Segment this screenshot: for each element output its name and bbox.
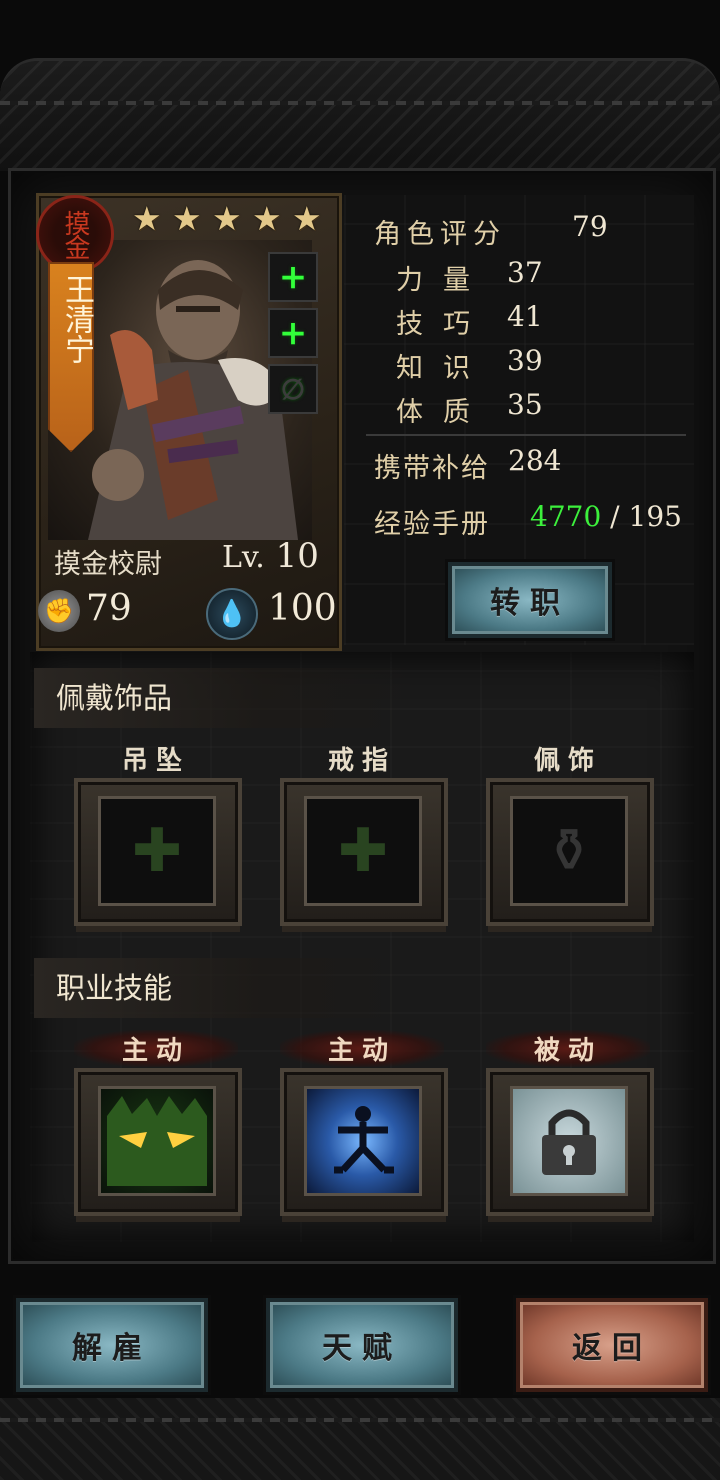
skills-title: 职业技能: [34, 958, 416, 1018]
active-skill-1-inner: [98, 1086, 216, 1196]
ring-slot-inner: ✚: [304, 796, 422, 906]
glowing-eyes-icon: [107, 1096, 207, 1186]
pendant-slot[interactable]: ✚: [74, 778, 242, 926]
rating-value: 79: [572, 210, 608, 243]
ring-icon: ✚: [337, 816, 389, 886]
fist-icon: ✊: [38, 590, 80, 632]
martial-stance-icon: [334, 1106, 394, 1174]
stats-divider: [366, 434, 686, 436]
exp-value: 4770 / 195: [530, 500, 682, 533]
constitution-label: 体质: [396, 397, 490, 428]
pendant-icon: ✚: [131, 816, 183, 886]
charm-slot-inner: ⚱: [510, 796, 628, 906]
active-skill-2-slot[interactable]: [280, 1068, 448, 1216]
hero-class-name: 摸金校尉: [54, 549, 162, 580]
bottom-decorative-border: [0, 1398, 720, 1480]
star-icon: ★: [212, 199, 242, 238]
charm-slot[interactable]: ⚱: [486, 778, 654, 926]
rating-label: 角色评分: [374, 219, 506, 250]
talent-button[interactable]: 天赋: [266, 1298, 458, 1392]
exp-label: 经验手册: [374, 509, 490, 540]
knowledge-value: 39: [507, 344, 543, 377]
star-icon: ★: [252, 199, 282, 238]
droplet-icon: 💧: [206, 588, 258, 640]
skill-label: 技巧: [396, 309, 490, 340]
accessories-title: 佩戴饰品: [34, 668, 416, 728]
active-skill-2-label: 主动: [280, 1030, 444, 1067]
pendant-slot-inner: ✚: [98, 796, 216, 906]
add-item-slot-1[interactable]: +: [268, 252, 318, 302]
active-skill-1-label: 主动: [74, 1030, 238, 1067]
power-value: 79: [86, 588, 132, 629]
empty-slot-icon: ∅: [280, 372, 306, 406]
active-skill-1-slot[interactable]: [74, 1068, 242, 1216]
star-icon: ★: [172, 199, 202, 238]
active-skill-2-inner: [304, 1086, 422, 1196]
class-seal-badge: 摸金: [36, 195, 114, 273]
skill-value: 41: [507, 300, 543, 333]
supply-value: 284: [508, 444, 562, 477]
star-rating: ★ ★ ★ ★ ★: [132, 202, 326, 236]
strength-value: 37: [507, 256, 543, 289]
ring-slot[interactable]: ✚: [280, 778, 448, 926]
dismiss-button[interactable]: 解雇: [16, 1298, 208, 1392]
star-icon: ★: [292, 199, 322, 238]
empty-item-slot[interactable]: ∅: [268, 364, 318, 414]
add-item-slot-2[interactable]: +: [268, 308, 318, 358]
back-button[interactable]: 返回: [516, 1298, 708, 1392]
passive-skill-label: 被动: [486, 1030, 650, 1067]
hero-name: 王清宁: [59, 274, 94, 364]
top-decorative-border: [0, 58, 720, 171]
constitution-value: 35: [507, 388, 543, 421]
knowledge-label: 知识: [396, 353, 490, 384]
plus-icon: +: [278, 313, 308, 353]
strength-label: 力量: [396, 265, 490, 296]
stamina-value: 100: [268, 588, 337, 629]
supply-label: 携带补给: [374, 453, 490, 484]
promote-button[interactable]: 转职: [448, 562, 612, 638]
ring-slot-label: 戒指: [327, 746, 396, 776]
hero-level: Lv. 10: [222, 536, 319, 576]
pendant-slot-label: 吊坠: [121, 746, 190, 776]
plus-icon: +: [278, 257, 308, 297]
lock-icon: [542, 1109, 596, 1175]
passive-skill-slot[interactable]: [486, 1068, 654, 1216]
charm-icon: ⚱: [543, 816, 595, 886]
passive-skill-inner: [510, 1086, 628, 1196]
charm-slot-label: 佩饰: [533, 746, 602, 776]
star-icon: ★: [132, 199, 162, 238]
